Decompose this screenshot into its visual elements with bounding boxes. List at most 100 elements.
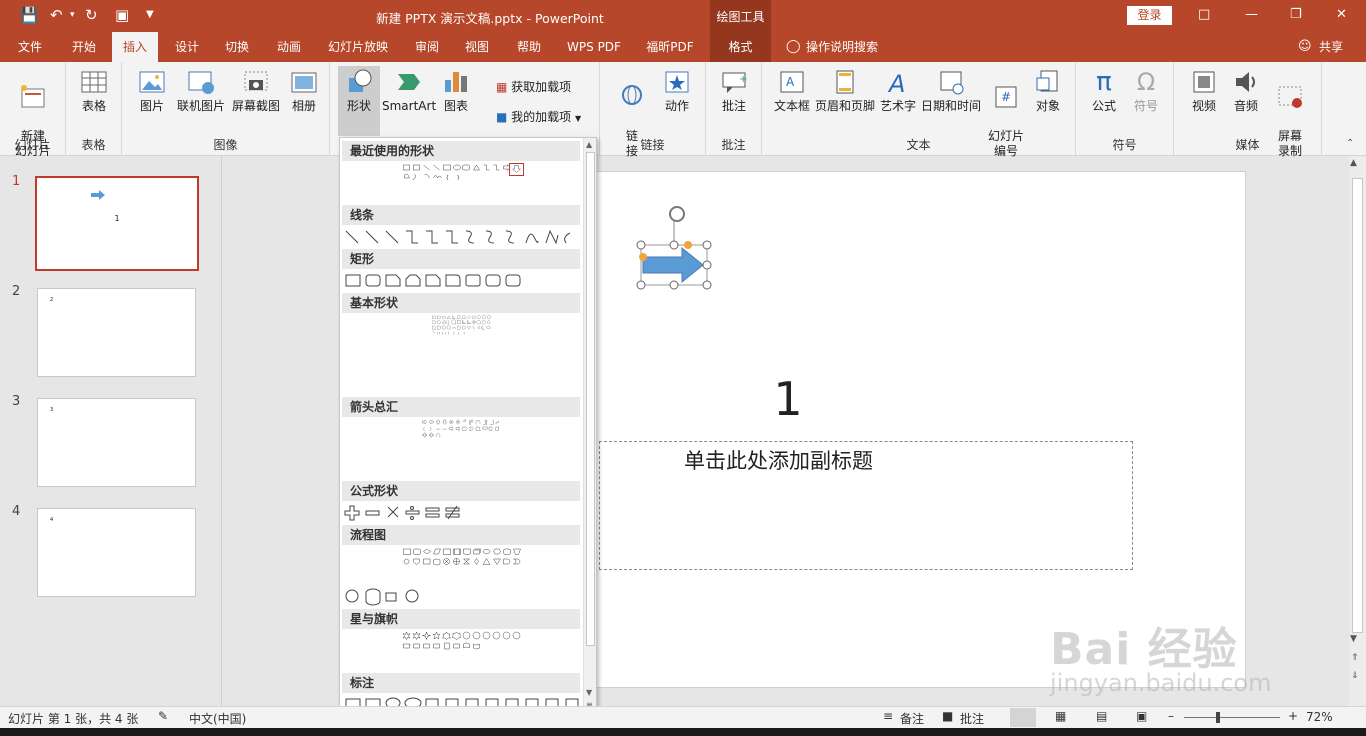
notes-button[interactable]: 备注 bbox=[900, 710, 924, 727]
zoom-slider-thumb[interactable] bbox=[1216, 712, 1220, 723]
notes-icon[interactable]: ≡ bbox=[883, 709, 893, 723]
login-button[interactable]: 登录 bbox=[1127, 6, 1172, 25]
header-footer-button[interactable]: 页眉和页脚 bbox=[812, 68, 878, 114]
recent-shapes-row[interactable]: {} bbox=[342, 163, 580, 183]
online-picture-button[interactable]: 联机图片 bbox=[174, 68, 228, 114]
textbox-button[interactable]: A 文本框 bbox=[770, 68, 814, 114]
slide-thumbnail-4[interactable]: 4 bbox=[37, 508, 196, 597]
gallery-scroll-thumb[interactable] bbox=[586, 152, 595, 646]
accessibility-icon[interactable]: ✎ bbox=[158, 709, 168, 723]
tab-design[interactable]: 设计 bbox=[166, 32, 208, 62]
tab-wps-pdf[interactable]: WPS PDF bbox=[560, 32, 628, 62]
restore-icon[interactable]: ❐ bbox=[1290, 7, 1302, 22]
picture-button[interactable]: 图片 bbox=[132, 68, 172, 114]
collapse-ribbon-icon[interactable]: ⌃ bbox=[1346, 138, 1354, 149]
textbox-icon: A bbox=[780, 71, 804, 93]
flowchart-row-3[interactable] bbox=[342, 587, 580, 607]
zoom-out-icon[interactable]: – bbox=[1168, 709, 1174, 723]
pi-icon: π bbox=[1096, 67, 1112, 97]
chart-icon bbox=[445, 72, 467, 92]
category-stars-banners: 星与旗帜 bbox=[342, 609, 580, 629]
share-button[interactable]: 共享 bbox=[1316, 32, 1346, 62]
svg-text:}: } bbox=[463, 331, 465, 335]
action-button[interactable]: 动作 bbox=[654, 68, 700, 114]
comments-button[interactable]: 批注 bbox=[960, 710, 984, 727]
rectangles-row[interactable] bbox=[342, 271, 580, 291]
datetime-button[interactable]: 日期和时间 bbox=[918, 68, 984, 114]
slide-thumbnail-3[interactable]: 3 bbox=[37, 398, 196, 487]
screenshot-button[interactable]: 屏幕截图 bbox=[228, 68, 284, 114]
normal-view-button[interactable] bbox=[1010, 708, 1036, 727]
watermark-logo: Bai 经验 bbox=[1050, 624, 1238, 675]
get-addins-button[interactable]: ▦ 获取加载项 bbox=[496, 78, 571, 95]
zoom-level[interactable]: 72% bbox=[1306, 710, 1333, 724]
close-icon[interactable]: ✕ bbox=[1336, 7, 1347, 22]
minimize-icon[interactable]: — bbox=[1245, 7, 1258, 22]
selected-arrow-shape[interactable] bbox=[627, 200, 717, 292]
comment-button[interactable]: + 批注 bbox=[712, 68, 756, 114]
smartart-button[interactable]: SmartArt bbox=[382, 68, 436, 114]
tab-help[interactable]: 帮助 bbox=[508, 32, 550, 62]
tab-format[interactable]: 格式 bbox=[710, 32, 771, 62]
comments-icon[interactable]: ■ bbox=[942, 709, 953, 723]
equation-button[interactable]: π 公式 bbox=[1084, 68, 1124, 114]
category-basic: 基本形状 bbox=[342, 293, 580, 313]
wordart-button[interactable]: A 艺术字 bbox=[878, 68, 918, 114]
vertical-scrollbar[interactable]: ▲ ▼ ⇑ ⇓ bbox=[1349, 156, 1366, 706]
language-status[interactable]: 中文(中国) bbox=[189, 710, 246, 727]
group-media-label: 媒体 bbox=[1235, 138, 1260, 152]
tab-review[interactable]: 审阅 bbox=[406, 32, 448, 62]
group-images-label: 图像 bbox=[213, 138, 238, 152]
tab-animations[interactable]: 动画 bbox=[268, 32, 310, 62]
table-button[interactable]: 表格 bbox=[70, 68, 118, 114]
slide-thumbnail-2[interactable]: 2 bbox=[37, 288, 196, 377]
tab-file[interactable]: 文件 bbox=[8, 32, 52, 62]
tab-slideshow[interactable]: 幻灯片放映 bbox=[318, 32, 398, 62]
next-slide-icon[interactable]: ⇓ bbox=[1351, 671, 1359, 681]
equation-shapes-row[interactable] bbox=[342, 503, 580, 523]
scroll-down-icon[interactable]: ▼ bbox=[1350, 634, 1357, 644]
slide-info: 幻灯片 第 1 张，共 4 张 bbox=[8, 712, 139, 726]
ribbon-display-icon[interactable]: □ bbox=[1198, 7, 1210, 22]
tell-me-search[interactable]: 操作说明搜索 bbox=[806, 32, 896, 62]
person-icon: ☺ bbox=[1298, 39, 1312, 54]
slideshow-icon[interactable]: ▣ bbox=[1136, 709, 1147, 723]
slide-sorter-icon[interactable]: ▦ bbox=[1055, 709, 1066, 723]
tab-transitions[interactable]: 切换 bbox=[216, 32, 258, 62]
gallery-scroll-down-icon[interactable]: ▼ bbox=[586, 688, 592, 697]
shapes-gallery-scrollbar[interactable]: ▲ ▼ ≡ bbox=[583, 138, 596, 714]
lines-row[interactable] bbox=[342, 227, 580, 247]
arrows-grid[interactable] bbox=[342, 419, 580, 439]
chart-button[interactable]: 图表 bbox=[436, 68, 476, 114]
tab-view[interactable]: 视图 bbox=[456, 32, 498, 62]
flowchart-grid[interactable] bbox=[342, 547, 580, 567]
tab-foxit-pdf[interactable]: 福昕PDF bbox=[638, 32, 702, 62]
gallery-scroll-up-icon[interactable]: ▲ bbox=[586, 140, 592, 149]
slide-thumbnail-1[interactable]: 1 bbox=[35, 176, 199, 271]
table-icon bbox=[81, 71, 107, 93]
prev-slide-icon[interactable]: ⇑ bbox=[1351, 653, 1359, 663]
slide-number-label: 1 bbox=[12, 174, 21, 189]
object-button[interactable]: 对象 bbox=[1028, 68, 1068, 114]
reading-view-icon[interactable]: ▤ bbox=[1096, 709, 1107, 723]
album-button[interactable]: 相册 bbox=[284, 68, 324, 114]
basic-shapes-grid[interactable]: [ ]{ }[] {} bbox=[342, 315, 580, 335]
my-addins-button[interactable]: ■ 我的加载项 ▼ bbox=[496, 108, 581, 125]
audio-button[interactable]: 音频 bbox=[1226, 68, 1266, 114]
svg-text:A: A bbox=[786, 75, 795, 89]
zoom-slider[interactable] bbox=[1184, 717, 1280, 718]
zoom-in-icon[interactable]: + bbox=[1288, 709, 1298, 723]
slide-title[interactable]: 1 bbox=[741, 372, 835, 426]
svg-text:{ }: { } bbox=[442, 331, 447, 335]
group-comments: + 批注 批注 bbox=[706, 62, 762, 156]
shapes-button[interactable]: 形状 bbox=[338, 66, 380, 136]
video-button[interactable]: 视频 bbox=[1182, 68, 1226, 114]
svg-text:A: A bbox=[887, 70, 905, 96]
scroll-thumb[interactable] bbox=[1352, 178, 1363, 633]
tab-home[interactable]: 开始 bbox=[62, 32, 106, 62]
scroll-up-icon[interactable]: ▲ bbox=[1350, 158, 1357, 168]
stars-banners-grid[interactable] bbox=[342, 631, 580, 651]
subtitle-placeholder[interactable]: 单击此处添加副标题 bbox=[599, 441, 1133, 570]
tab-insert[interactable]: 插入 bbox=[112, 32, 158, 62]
symbol-button[interactable]: Ω 符号 bbox=[1126, 68, 1166, 114]
